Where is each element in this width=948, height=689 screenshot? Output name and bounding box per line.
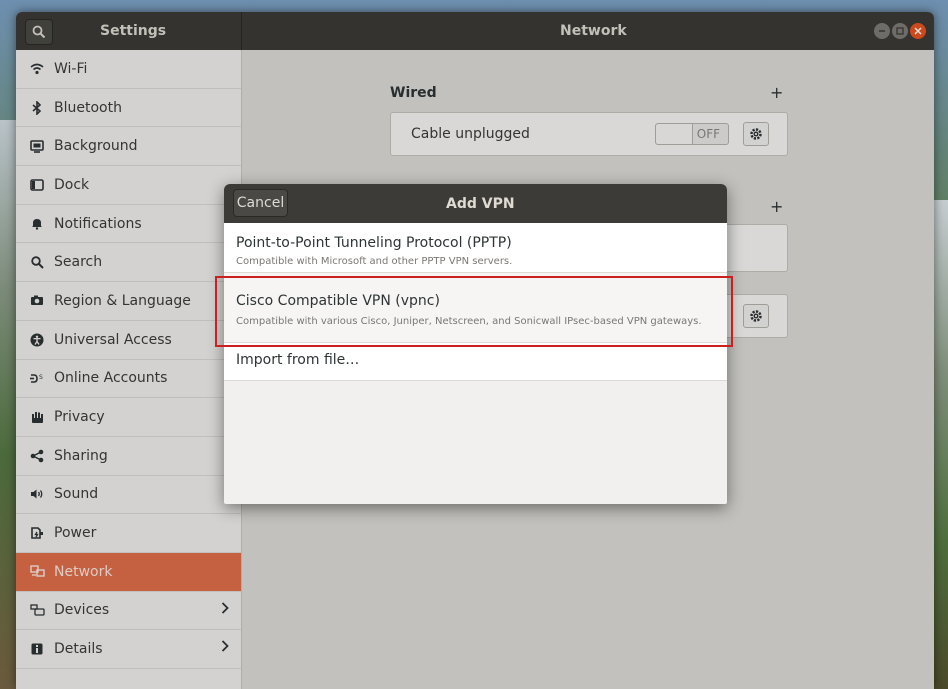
vpn-option-pptp[interactable]: Point-to-Point Tunneling Protocol (PPTP)…: [224, 223, 727, 273]
cancel-button[interactable]: Cancel: [233, 189, 288, 217]
vpn-option-name: Import from file…: [236, 352, 360, 368]
vpn-option-name: Cisco Compatible VPN (vpnc): [236, 293, 440, 309]
vpn-option-import[interactable]: Import from file…: [224, 343, 727, 381]
dialog-title: Add VPN: [446, 196, 515, 212]
vpn-option-name: Point-to-Point Tunneling Protocol (PPTP): [236, 235, 512, 251]
add-vpn-dialog: Cancel Add VPN Point-to-Point Tunneling …: [224, 184, 727, 504]
vpn-option-description: Compatible with various Cisco, Juniper, …: [236, 316, 702, 327]
vpn-type-list: Point-to-Point Tunneling Protocol (PPTP)…: [224, 223, 727, 381]
vpn-option-vpnc[interactable]: Cisco Compatible VPN (vpnc) Compatible w…: [224, 273, 727, 343]
dialog-header: Cancel Add VPN: [224, 184, 727, 223]
vpn-option-description: Compatible with Microsoft and other PPTP…: [236, 256, 513, 267]
